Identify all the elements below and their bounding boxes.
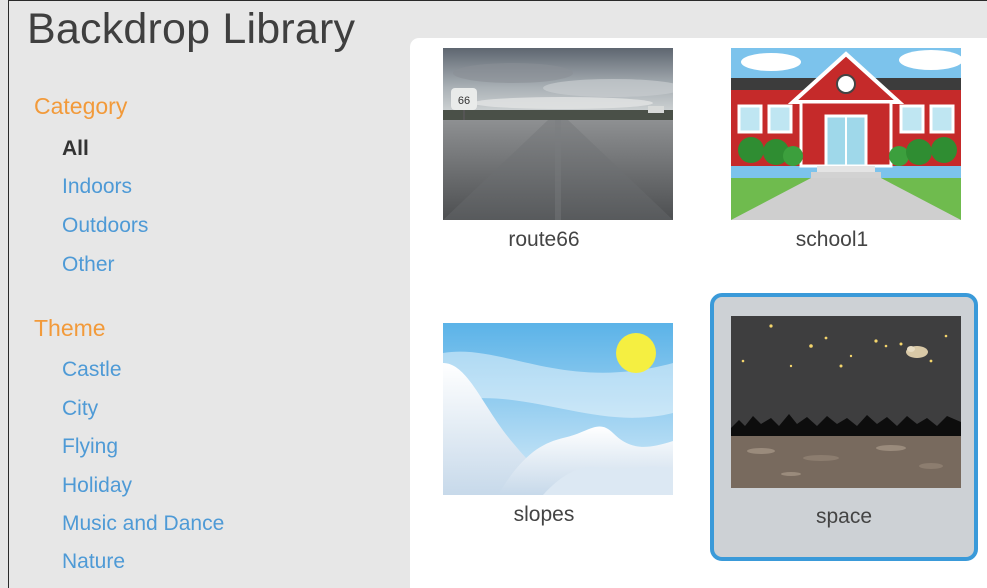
backdrop-tile-slopes[interactable]: slopes — [410, 313, 678, 581]
backdrop-name: slopes — [513, 503, 575, 526]
theme-holiday[interactable]: Holiday — [62, 474, 132, 498]
svg-text:66: 66 — [458, 95, 470, 107]
backdrop-tile-space[interactable]: space — [710, 293, 978, 561]
school1-thumbnail — [731, 48, 961, 220]
backdrop-name: route66 — [508, 228, 580, 251]
backdrop-tile-route66[interactable]: 66 route66 — [410, 38, 678, 306]
backdrop-name: space — [815, 505, 873, 528]
category-indoors[interactable]: Indoors — [62, 175, 132, 199]
theme-castle[interactable]: Castle — [62, 358, 122, 382]
category-heading: Category — [34, 93, 128, 119]
backdrop-grid: 66 route66 school1 slopes space — [410, 38, 987, 588]
category-all[interactable]: All — [62, 137, 89, 161]
route66-thumbnail: 66 — [443, 48, 673, 220]
theme-flying[interactable]: Flying — [62, 435, 118, 459]
slopes-thumbnail — [443, 323, 673, 495]
category-other[interactable]: Other — [62, 253, 115, 277]
theme-nature[interactable]: Nature — [62, 550, 125, 574]
space-thumbnail — [731, 316, 961, 488]
theme-city[interactable]: City — [62, 397, 98, 421]
theme-heading: Theme — [34, 315, 106, 341]
backdrop-tile-school1[interactable]: school1 — [698, 38, 966, 306]
category-outdoors[interactable]: Outdoors — [62, 214, 148, 238]
backdrop-name: school1 — [795, 228, 869, 251]
page-title: Backdrop Library — [27, 5, 356, 53]
theme-music-and-dance[interactable]: Music and Dance — [62, 512, 224, 536]
